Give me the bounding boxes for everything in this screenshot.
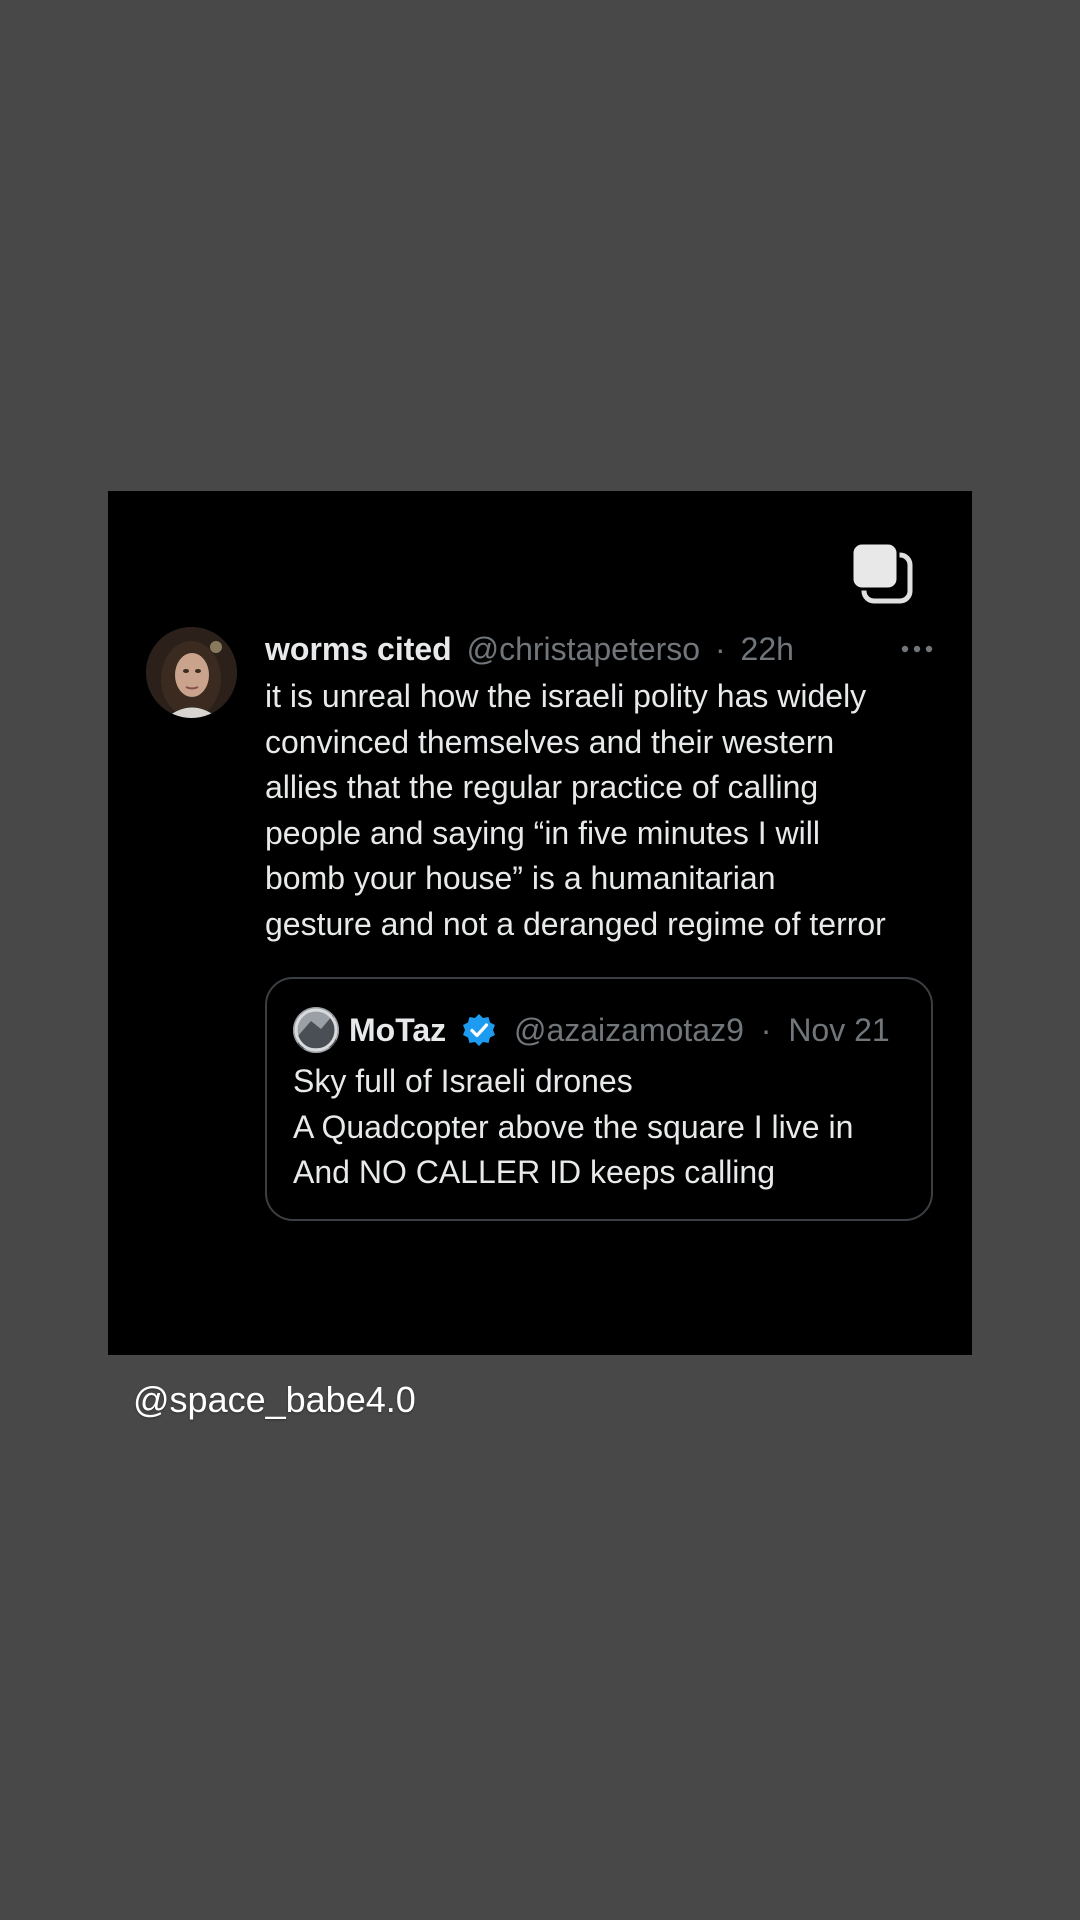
mention-sticker[interactable]: @space_babe4.0 [133, 1378, 416, 1422]
author-handle[interactable]: @christapeterso [467, 631, 700, 667]
author-name[interactable]: worms cited [265, 631, 452, 667]
tweet-time[interactable]: 22h [741, 631, 794, 667]
quoted-tweet-date[interactable]: Nov 21 [788, 1012, 889, 1048]
quoted-author-name[interactable]: MoTaz [349, 1012, 446, 1048]
quoted-author-avatar[interactable] [293, 1007, 339, 1053]
ellipsis-icon[interactable] [897, 627, 937, 671]
tweet-header: worms cited @christapeterso · 22h [265, 627, 825, 671]
verified-badge-icon [461, 1012, 497, 1048]
story-canvas: worms cited @christapeterso · 22h it is … [0, 0, 1080, 1920]
meta-separator: · [714, 631, 726, 667]
quoted-tweet-body: Sky full of Israeli drones A Quadcopter … [293, 1063, 854, 1190]
quoted-meta-separator: · [760, 1012, 772, 1048]
author-avatar[interactable] [146, 627, 237, 718]
multiple-images-icon [850, 541, 916, 607]
quoted-tweet-header: MoTaz @azaizamotaz9 · Nov 21 [349, 1007, 909, 1053]
tweet-screenshot[interactable]: worms cited @christapeterso · 22h it is … [108, 491, 972, 1355]
quoted-tweet-card[interactable]: MoTaz @azaizamotaz9 · Nov 21 Sky full of… [265, 977, 933, 1221]
tweet-body: it is unreal how the israeli polity has … [265, 678, 886, 942]
quoted-author-handle[interactable]: @azaizamotaz9 [514, 1012, 744, 1048]
